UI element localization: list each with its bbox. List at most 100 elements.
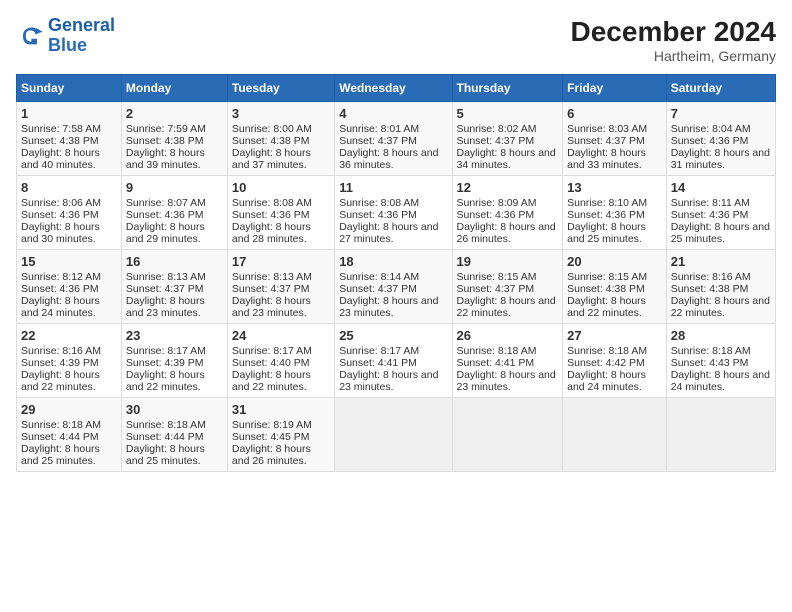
sunset-text: Sunset: 4:38 PM [232, 135, 310, 147]
day-number: 17 [232, 254, 330, 269]
sunrise-text: Sunrise: 8:18 AM [126, 419, 206, 431]
sunset-text: Sunset: 4:36 PM [21, 209, 99, 221]
calendar-cell: 17Sunrise: 8:13 AMSunset: 4:37 PMDayligh… [227, 250, 334, 324]
calendar-cell: 12Sunrise: 8:09 AMSunset: 4:36 PMDayligh… [452, 176, 563, 250]
sunset-text: Sunset: 4:40 PM [232, 357, 310, 369]
sunset-text: Sunset: 4:37 PM [232, 283, 310, 295]
sunrise-text: Sunrise: 8:03 AM [567, 123, 647, 135]
header-tuesday: Tuesday [227, 75, 334, 102]
daylight-text: Daylight: 8 hours and 23 minutes. [126, 295, 205, 319]
sunset-text: Sunset: 4:44 PM [21, 431, 99, 443]
sunrise-text: Sunrise: 8:18 AM [457, 345, 537, 357]
sunset-text: Sunset: 4:36 PM [567, 209, 645, 221]
daylight-text: Daylight: 8 hours and 22 minutes. [21, 369, 100, 393]
daylight-text: Daylight: 8 hours and 22 minutes. [126, 369, 205, 393]
calendar-cell: 22Sunrise: 8:16 AMSunset: 4:39 PMDayligh… [17, 324, 122, 398]
calendar-week-row: 8Sunrise: 8:06 AMSunset: 4:36 PMDaylight… [17, 176, 776, 250]
day-number: 25 [339, 328, 447, 343]
calendar-cell [563, 398, 667, 472]
daylight-text: Daylight: 8 hours and 25 minutes. [126, 443, 205, 467]
logo: General Blue [16, 16, 115, 56]
day-number: 7 [671, 106, 771, 121]
calendar-cell: 29Sunrise: 8:18 AMSunset: 4:44 PMDayligh… [17, 398, 122, 472]
calendar-cell [666, 398, 775, 472]
daylight-text: Daylight: 8 hours and 26 minutes. [457, 221, 556, 245]
daylight-text: Daylight: 8 hours and 22 minutes. [567, 295, 646, 319]
daylight-text: Daylight: 8 hours and 22 minutes. [232, 369, 311, 393]
calendar-cell: 2Sunrise: 7:59 AMSunset: 4:38 PMDaylight… [121, 102, 227, 176]
daylight-text: Daylight: 8 hours and 37 minutes. [232, 147, 311, 171]
sunrise-text: Sunrise: 8:08 AM [232, 197, 312, 209]
daylight-text: Daylight: 8 hours and 29 minutes. [126, 221, 205, 245]
calendar-cell: 31Sunrise: 8:19 AMSunset: 4:45 PMDayligh… [227, 398, 334, 472]
daylight-text: Daylight: 8 hours and 23 minutes. [339, 369, 438, 393]
day-number: 15 [21, 254, 117, 269]
calendar-cell: 1 Sunrise: 7:58 AMSunset: 4:38 PMDaylight… [17, 102, 122, 176]
daylight-text: Daylight: 8 hours and 28 minutes. [232, 221, 311, 245]
header-monday: Monday [121, 75, 227, 102]
day-number: 22 [21, 328, 117, 343]
sunset-text: Sunset: 4:38 PM [21, 135, 99, 147]
calendar-week-row: 22Sunrise: 8:16 AMSunset: 4:39 PMDayligh… [17, 324, 776, 398]
calendar-cell: 4Sunrise: 8:01 AMSunset: 4:37 PMDaylight… [335, 102, 452, 176]
daylight-text: Daylight: 8 hours and 30 minutes. [21, 221, 100, 245]
sunrise-text: Sunrise: 8:14 AM [339, 271, 419, 283]
daylight-text: Daylight: 8 hours and 39 minutes. [126, 147, 205, 171]
sunrise-text: Sunrise: 8:16 AM [671, 271, 751, 283]
calendar-cell: 18Sunrise: 8:14 AMSunset: 4:37 PMDayligh… [335, 250, 452, 324]
sunrise-text: Sunrise: 7:59 AM [126, 123, 206, 135]
day-number: 12 [457, 180, 559, 195]
calendar-week-row: 15Sunrise: 8:12 AMSunset: 4:36 PMDayligh… [17, 250, 776, 324]
daylight-text: Daylight: 8 hours and 25 minutes. [671, 221, 770, 245]
sunrise-text: Sunrise: 7:58 AM [21, 123, 101, 135]
sunrise-text: Sunrise: 8:04 AM [671, 123, 751, 135]
daylight-text: Daylight: 8 hours and 27 minutes. [339, 221, 438, 245]
calendar-cell: 30Sunrise: 8:18 AMSunset: 4:44 PMDayligh… [121, 398, 227, 472]
logo-text: General Blue [48, 16, 115, 56]
sunrise-text: Sunrise: 8:06 AM [21, 197, 101, 209]
daylight-text: Daylight: 8 hours and 25 minutes. [21, 443, 100, 467]
sunrise-text: Sunrise: 8:08 AM [339, 197, 419, 209]
sunrise-text: Sunrise: 8:10 AM [567, 197, 647, 209]
sunrise-text: Sunrise: 8:09 AM [457, 197, 537, 209]
calendar-week-row: 29Sunrise: 8:18 AMSunset: 4:44 PMDayligh… [17, 398, 776, 472]
sunrise-text: Sunrise: 8:19 AM [232, 419, 312, 431]
sunset-text: Sunset: 4:38 PM [126, 135, 204, 147]
daylight-text: Daylight: 8 hours and 40 minutes. [21, 147, 100, 171]
page-header: General Blue December 2024 Hartheim, Ger… [16, 16, 776, 64]
calendar-cell: 28Sunrise: 8:18 AMSunset: 4:43 PMDayligh… [666, 324, 775, 398]
day-number: 27 [567, 328, 662, 343]
calendar-cell: 23Sunrise: 8:17 AMSunset: 4:39 PMDayligh… [121, 324, 227, 398]
daylight-text: Daylight: 8 hours and 23 minutes. [339, 295, 438, 319]
sunset-text: Sunset: 4:43 PM [671, 357, 749, 369]
day-number: 6 [567, 106, 662, 121]
calendar-cell: 6Sunrise: 8:03 AMSunset: 4:37 PMDaylight… [563, 102, 667, 176]
sunrise-text: Sunrise: 8:17 AM [126, 345, 206, 357]
sunrise-text: Sunrise: 8:00 AM [232, 123, 312, 135]
daylight-text: Daylight: 8 hours and 22 minutes. [671, 295, 770, 319]
sunset-text: Sunset: 4:44 PM [126, 431, 204, 443]
calendar-cell: 14Sunrise: 8:11 AMSunset: 4:36 PMDayligh… [666, 176, 775, 250]
daylight-text: Daylight: 8 hours and 23 minutes. [232, 295, 311, 319]
sunset-text: Sunset: 4:37 PM [457, 283, 535, 295]
day-number: 19 [457, 254, 559, 269]
sunrise-text: Sunrise: 8:15 AM [457, 271, 537, 283]
calendar-cell: 21Sunrise: 8:16 AMSunset: 4:38 PMDayligh… [666, 250, 775, 324]
page-subtitle: Hartheim, Germany [571, 48, 776, 64]
header-saturday: Saturday [666, 75, 775, 102]
calendar-cell: 26Sunrise: 8:18 AMSunset: 4:41 PMDayligh… [452, 324, 563, 398]
day-number: 10 [232, 180, 330, 195]
sunset-text: Sunset: 4:36 PM [232, 209, 310, 221]
calendar-cell [335, 398, 452, 472]
daylight-text: Daylight: 8 hours and 24 minutes. [567, 369, 646, 393]
day-number: 1 [21, 106, 117, 121]
day-number: 8 [21, 180, 117, 195]
sunrise-text: Sunrise: 8:11 AM [671, 197, 750, 209]
sunset-text: Sunset: 4:36 PM [339, 209, 417, 221]
day-number: 24 [232, 328, 330, 343]
sunset-text: Sunset: 4:41 PM [457, 357, 535, 369]
calendar-cell: 24 Sunrise: 8:17 AMSunset: 4:40 PMDayligh… [227, 324, 334, 398]
sunrise-text: Sunrise: 8:17 AM [232, 345, 312, 357]
day-number: 5 [457, 106, 559, 121]
daylight-text: Daylight: 8 hours and 23 minutes. [457, 369, 556, 393]
